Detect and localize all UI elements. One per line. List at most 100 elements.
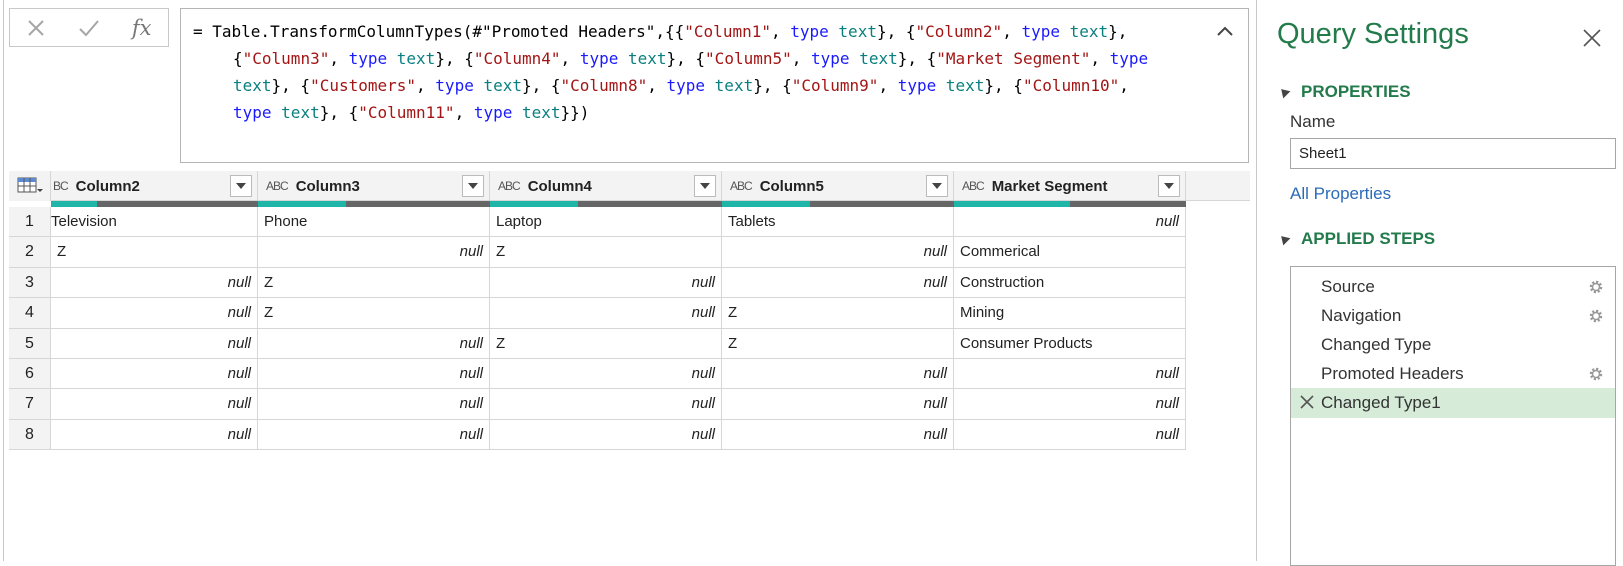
table-cell[interactable]: null [258, 359, 490, 390]
applied-step-label: Source [1321, 277, 1375, 296]
text-type-icon[interactable]: ABC [498, 179, 521, 193]
formula-token: , [416, 76, 436, 95]
row-number[interactable]: 4 [9, 298, 51, 329]
table-cell[interactable]: null [490, 389, 722, 420]
formula-token: "Column5" [705, 49, 792, 68]
formula-text[interactable]: = Table.TransformColumnTypes(#"Promoted … [193, 18, 1193, 126]
table-cell[interactable]: null [258, 389, 490, 420]
column-header[interactable]: ABC Column4 [490, 171, 722, 201]
applied-steps-list: Source Navigation Changed Type Promoted Hea… [1290, 266, 1616, 566]
table-cell[interactable]: null [954, 207, 1186, 238]
row-number[interactable]: 2 [9, 237, 51, 268]
table-cell[interactable]: null [722, 237, 954, 268]
table-cell[interactable]: null [490, 298, 722, 329]
chevron-up-icon[interactable] [1214, 21, 1236, 43]
formula-token: , [647, 76, 667, 95]
pane-title: Query Settings [1277, 18, 1469, 50]
table-cell[interactable]: null [51, 328, 258, 359]
applied-steps-section-header[interactable]: APPLIED STEPS [1277, 229, 1435, 249]
text-type-icon[interactable]: BC [53, 179, 69, 193]
delete-step-icon[interactable] [1299, 394, 1315, 410]
table-cell[interactable]: Construction [954, 267, 1186, 299]
table-cell[interactable]: Z [490, 328, 722, 359]
commit-button[interactable] [69, 12, 109, 44]
applied-step-item[interactable]: Navigation [1291, 301, 1615, 331]
gear-icon[interactable] [1587, 278, 1605, 296]
table-cell[interactable]: Tablets [722, 207, 954, 238]
formula-token: "Column10" [1022, 76, 1120, 95]
table-cell[interactable]: Z [490, 237, 722, 268]
table-cell[interactable]: null [490, 419, 722, 451]
table-cell[interactable]: null [51, 298, 258, 329]
filter-dropdown-button[interactable] [926, 175, 948, 197]
data-grid[interactable]: BC Column2 ABC Column3 ABC Column4 ABC Column5 A… [9, 171, 1250, 461]
gear-icon[interactable] [1587, 307, 1605, 325]
formula-editor[interactable]: = Table.TransformColumnTypes(#"Promoted … [180, 8, 1249, 163]
table-cell[interactable]: null [258, 419, 490, 451]
formula-token: text [281, 103, 320, 122]
cancel-button[interactable] [16, 12, 56, 44]
table-cell[interactable]: null [954, 419, 1186, 451]
close-icon[interactable] [1582, 28, 1602, 48]
table-cell[interactable]: null [954, 389, 1186, 420]
table-cell[interactable]: null [51, 419, 258, 451]
column-header[interactable]: BC Column2 [51, 171, 258, 201]
table-cell[interactable]: null [722, 267, 954, 299]
applied-step-item[interactable]: Source [1291, 272, 1615, 302]
all-properties-link[interactable]: All Properties [1290, 184, 1391, 204]
formula-token: type [473, 103, 513, 122]
table-cell[interactable]: Mining [954, 298, 1186, 329]
table-cell[interactable]: Z [51, 237, 258, 268]
text-type-icon[interactable]: ABC [266, 179, 289, 193]
table-cell[interactable]: Z [258, 298, 490, 329]
table-cell[interactable]: null [258, 328, 490, 359]
filter-dropdown-button[interactable] [462, 175, 484, 197]
filter-dropdown-button[interactable] [230, 175, 252, 197]
column-header[interactable]: ABC Column3 [258, 171, 490, 201]
table-menu-button[interactable] [9, 171, 51, 201]
table-cell[interactable]: Z [722, 298, 954, 329]
table-cell[interactable]: Television [51, 207, 258, 238]
formula-token: text [233, 76, 272, 95]
table-cell[interactable]: null [51, 359, 258, 390]
table-cell[interactable]: Consumer Products [954, 328, 1186, 359]
table-cell[interactable]: Laptop [490, 207, 722, 238]
chevron-down-icon [468, 183, 478, 189]
table-cell[interactable]: null [722, 389, 954, 420]
properties-section-header[interactable]: PROPERTIES [1277, 82, 1411, 102]
filter-dropdown-button[interactable] [694, 175, 716, 197]
gear-icon[interactable] [1587, 365, 1605, 383]
formula-token: text [1069, 22, 1109, 41]
formula-token: "Column4" [473, 49, 561, 68]
insert-function-button[interactable]: fx [122, 12, 162, 44]
table-cell[interactable]: Z [722, 328, 954, 359]
text-type-icon[interactable]: ABC [730, 179, 753, 193]
row-number[interactable]: 8 [9, 419, 51, 451]
applied-step-item[interactable]: Changed Type [1291, 330, 1615, 360]
applied-step-item[interactable]: Promoted Headers [1291, 359, 1615, 389]
filter-dropdown-button[interactable] [1158, 175, 1180, 197]
table-cell[interactable]: null [258, 237, 490, 268]
row-number[interactable]: 6 [9, 359, 51, 390]
formula-token: }, { [522, 76, 561, 95]
table-cell[interactable]: null [722, 359, 954, 390]
table-cell[interactable]: Phone [258, 207, 490, 238]
table-cell[interactable]: null [954, 359, 1186, 390]
table-icon [17, 177, 43, 193]
row-number[interactable]: 5 [9, 328, 51, 359]
applied-step-item[interactable]: Changed Type1 [1291, 388, 1615, 418]
table-cell[interactable]: null [51, 267, 258, 299]
column-header[interactable]: ABC Market Segment [954, 171, 1186, 201]
row-number[interactable]: 1 [9, 207, 51, 238]
row-number[interactable]: 7 [9, 389, 51, 420]
text-type-icon[interactable]: ABC [962, 179, 985, 193]
query-name-input[interactable] [1290, 138, 1616, 169]
table-cell[interactable]: Commerical [954, 237, 1186, 268]
column-header[interactable]: ABC Column5 [722, 171, 954, 201]
table-cell[interactable]: null [722, 419, 954, 451]
table-cell[interactable]: null [51, 389, 258, 420]
table-cell[interactable]: null [490, 359, 722, 390]
row-number[interactable]: 3 [9, 267, 51, 299]
table-cell[interactable]: null [490, 267, 722, 299]
table-cell[interactable]: Z [258, 267, 490, 299]
